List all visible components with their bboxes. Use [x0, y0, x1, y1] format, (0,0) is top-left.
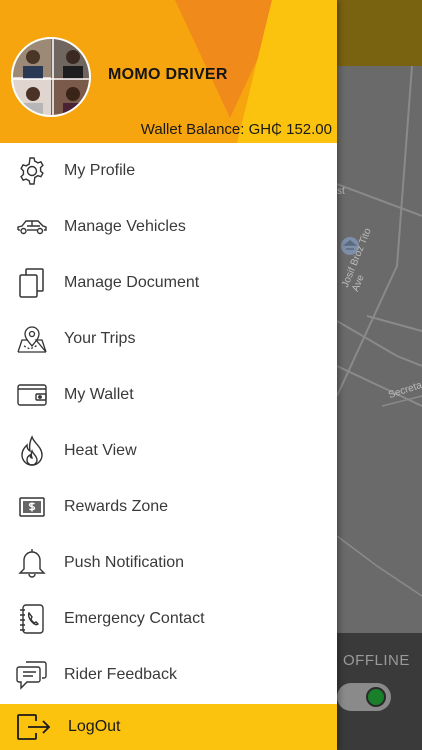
menu-item-rewards-zone[interactable]: Rewards Zone — [0, 479, 337, 535]
logout-icon — [0, 713, 68, 741]
menu-item-label: Emergency Contact — [64, 610, 205, 627]
chat-icon — [0, 660, 64, 690]
menu-item-rider-feedback[interactable]: Rider Feedback — [0, 647, 337, 703]
menu-item-label: Manage Document — [64, 274, 200, 291]
logout-button[interactable]: LogOut — [0, 704, 337, 750]
menu-item-push-notification[interactable]: Push Notification — [0, 535, 337, 591]
map-pin-icon — [0, 324, 64, 354]
drawer-header: MOMO DRIVER Wallet Balance: GH₵ 152.00 — [0, 0, 337, 143]
car-icon — [0, 217, 64, 237]
menu-item-manage-vehicles[interactable]: Manage Vehicles — [0, 199, 337, 255]
menu-item-label: Your Trips — [64, 330, 136, 347]
documents-icon — [0, 267, 64, 299]
drawer-menu: My Profile Manage Vehicles Manage Docume… — [0, 143, 337, 703]
menu-item-your-trips[interactable]: Your Trips — [0, 311, 337, 367]
bell-icon — [0, 547, 64, 579]
wallet-icon — [0, 383, 64, 407]
menu-item-label: My Profile — [64, 162, 136, 179]
menu-item-label: Push Notification — [64, 554, 185, 571]
menu-item-my-profile[interactable]: My Profile — [0, 143, 337, 199]
phone-book-icon — [0, 603, 64, 635]
status-label: OFFLINE — [343, 652, 410, 669]
avatar[interactable] — [11, 37, 91, 117]
menu-item-my-wallet[interactable]: My Wallet — [0, 367, 337, 423]
logout-label: LogOut — [68, 718, 121, 735]
menu-item-label: Rewards Zone — [64, 498, 169, 515]
dollar-card-icon — [0, 496, 64, 518]
gear-icon — [0, 156, 64, 186]
menu-item-label: Heat View — [64, 442, 137, 459]
menu-item-label: Rider Feedback — [64, 666, 177, 683]
menu-item-emergency-contact[interactable]: Emergency Contact — [0, 591, 337, 647]
street-label: st — [337, 186, 345, 197]
flame-icon — [0, 435, 64, 467]
wallet-balance: Wallet Balance: GH₵ 152.00 — [140, 121, 332, 138]
toggle-knob — [366, 687, 386, 707]
map-top-bar — [337, 0, 422, 66]
navigation-drawer: MOMO DRIVER Wallet Balance: GH₵ 152.00 M… — [0, 0, 337, 750]
map-roads — [337, 66, 422, 597]
menu-item-heat-view[interactable]: Heat View — [0, 423, 337, 479]
menu-item-label: My Wallet — [64, 386, 134, 403]
driver-name: MOMO DRIVER — [108, 66, 228, 83]
menu-item-manage-document[interactable]: Manage Document — [0, 255, 337, 311]
online-toggle[interactable] — [337, 683, 391, 711]
menu-item-label: Manage Vehicles — [64, 218, 186, 235]
